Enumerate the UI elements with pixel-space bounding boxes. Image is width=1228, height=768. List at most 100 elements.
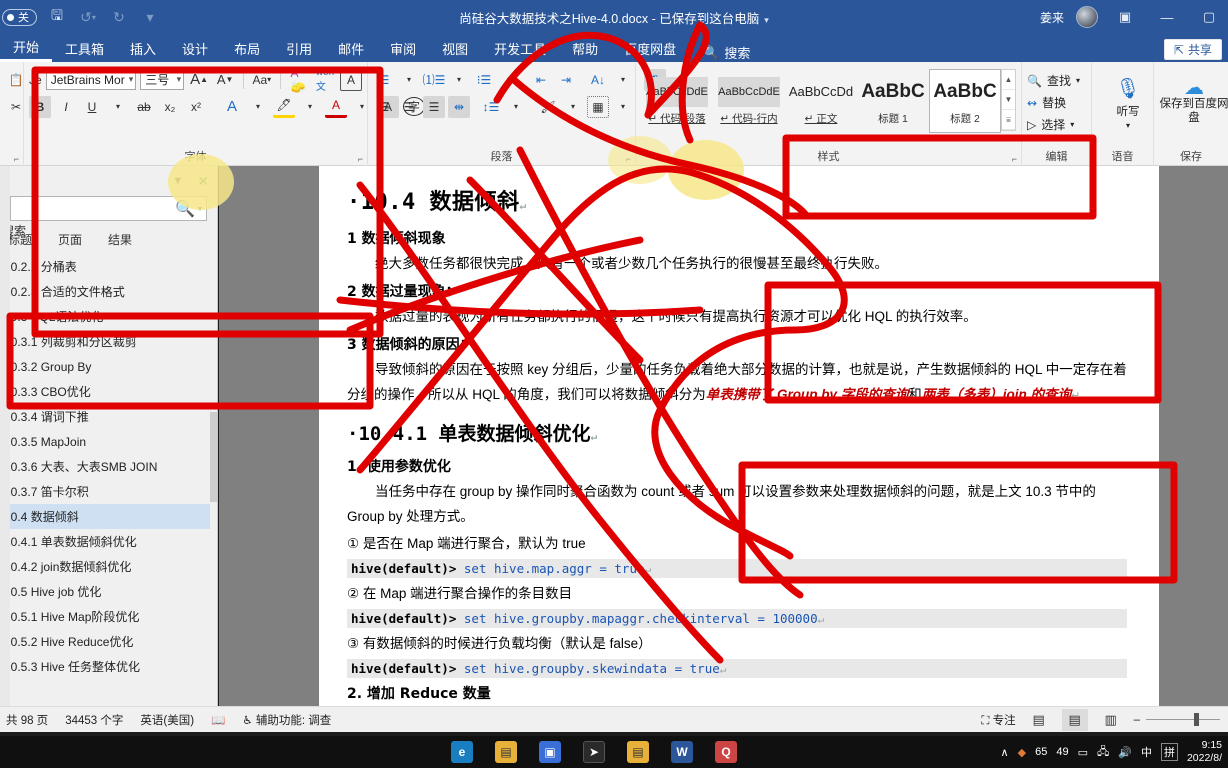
- distribute-icon[interactable]: ⇹: [448, 95, 470, 118]
- accessibility-status[interactable]: ♿ 辅助功能: 调查: [242, 712, 331, 728]
- toc-item[interactable]: 10.3.4 谓词下推: [0, 404, 217, 429]
- document-body[interactable]: ·10.4 数据倾斜↵ 1 数据倾斜现象 绝大多数任务都很快完成，只有一个或者少…: [319, 166, 1159, 706]
- tab-布局[interactable]: 布局: [221, 36, 273, 62]
- replace-button[interactable]: ↭ 替换: [1027, 92, 1086, 113]
- style-item-heading-1[interactable]: AaBbC 标题 1: [857, 69, 929, 133]
- find-button[interactable]: 🔍 查找 ▾: [1027, 70, 1086, 91]
- search-icon[interactable]: 🔍: [175, 199, 195, 219]
- tab-视图[interactable]: 视图: [429, 36, 481, 62]
- dictate-button[interactable]: 🎙 听写 ▾: [1097, 66, 1159, 140]
- chevron-down-icon[interactable]: ▾: [139, 6, 161, 28]
- close-icon[interactable]: ✕: [197, 173, 209, 190]
- focus-button[interactable]: ⛶ 专注: [981, 712, 1015, 728]
- toc-item[interactable]: 10.2.2 分桶表: [0, 254, 217, 279]
- share-button[interactable]: ⇱ 共享: [1163, 39, 1222, 60]
- toc-item[interactable]: 10.4 数据倾斜: [0, 504, 217, 529]
- search-input[interactable]: [15, 201, 173, 216]
- shading-chevron-icon[interactable]: ▾: [562, 96, 584, 118]
- tab-工具箱[interactable]: 工具箱: [52, 36, 117, 62]
- code-line-2[interactable]: hive(default)> set hive.groupby.mapaggr.…: [347, 609, 1127, 628]
- autosave-toggle[interactable]: 关: [2, 8, 37, 26]
- code-line-3[interactable]: hive(default)> set hive.groupby.skewinda…: [347, 659, 1127, 678]
- toc-item[interactable]: 10.3.5 MapJoin: [0, 429, 217, 454]
- underline-chevron-icon[interactable]: ▾: [107, 96, 129, 118]
- network-icon[interactable]: 🖧: [1097, 743, 1109, 762]
- zoom-out-button[interactable]: –: [1134, 714, 1140, 726]
- taskbar-app-qq[interactable]: Q: [704, 736, 748, 768]
- save-to-baidu-button[interactable]: ☁ 保存到百度网盘: [1159, 66, 1228, 140]
- zoom-slider-thumb[interactable]: [1194, 713, 1199, 726]
- toc-item[interactable]: 10.5.1 Hive Map阶段优化: [0, 604, 217, 629]
- tab-设计[interactable]: 设计: [169, 36, 221, 62]
- nav-search-box[interactable]: 🔍 ▾: [10, 196, 207, 221]
- tab-开始[interactable]: 开始: [0, 36, 53, 62]
- font-name-combo[interactable]: JetBrains Mor ▾: [45, 69, 137, 90]
- styles-scroll[interactable]: ▲ ▼ ⩸: [1001, 69, 1016, 131]
- borders-icon[interactable]: ▦: [587, 95, 609, 118]
- paragraph-dialog-launcher[interactable]: ⌐: [626, 154, 631, 164]
- shrink-font-icon[interactable]: A ▼: [214, 69, 236, 91]
- page-count[interactable]: 共 98 页: [6, 712, 48, 728]
- taskbar-app-snipping[interactable]: ▣: [528, 736, 572, 768]
- style-item-code-inline[interactable]: AaBbCcDdE ↵ 代码-行内: [713, 69, 785, 133]
- decrease-indent-icon[interactable]: ⇤: [530, 69, 552, 91]
- word-count[interactable]: 34453 个字: [65, 712, 123, 728]
- undo-icon[interactable]: ↺ ▾: [77, 6, 99, 28]
- tab-审阅[interactable]: 审阅: [377, 36, 429, 62]
- align-left-icon[interactable]: ☰: [373, 96, 395, 118]
- nav-tab-页面[interactable]: 页面: [58, 231, 82, 248]
- show-hidden-icons-chevron[interactable]: ∧: [1001, 746, 1009, 759]
- bullet-list-icon[interactable]: ☰: [373, 69, 395, 91]
- superscript-button[interactable]: x²: [185, 96, 207, 118]
- change-case-icon[interactable]: Aa ▾: [251, 69, 273, 91]
- taskbar-app-edge[interactable]: e: [440, 736, 484, 768]
- bullet-chevron-icon[interactable]: ▾: [398, 69, 420, 91]
- nav-scrollbar[interactable]: [210, 262, 217, 686]
- toc-item[interactable]: 10.3.1 列裁剪和分区裁剪: [0, 329, 217, 354]
- multilevel-list-icon[interactable]: ⁝☰: [473, 69, 495, 91]
- read-view-icon[interactable]: ▤: [1026, 709, 1052, 731]
- numbered-list-icon[interactable]: ⑴☰: [423, 69, 446, 91]
- document-area[interactable]: ·10.4 数据倾斜↵ 1 数据倾斜现象 绝大多数任务都很快完成，只有一个或者少…: [219, 166, 1228, 706]
- style-item-code-paragraph[interactable]: AaBbCcDdE ↵ 代码-段落: [641, 69, 713, 133]
- tab-百度网盘[interactable]: 百度网盘: [611, 36, 689, 62]
- multilevel-chevron-icon[interactable]: ▾: [498, 69, 520, 91]
- font-dialog-launcher[interactable]: ⌐: [358, 154, 363, 164]
- taskbar-app-word[interactable]: W: [660, 736, 704, 768]
- justify-icon[interactable]: ☰: [423, 95, 445, 118]
- minimize-button[interactable]: —: [1152, 2, 1182, 32]
- clock[interactable]: 9:15 2022/8/: [1187, 739, 1222, 765]
- toc-item[interactable]: 10.4.1 单表数据倾斜优化: [0, 529, 217, 554]
- sort-chevron-icon[interactable]: ▾: [612, 69, 634, 91]
- grow-font-icon[interactable]: A ▲: [188, 69, 210, 91]
- taskbar-app-folder[interactable]: ▤: [616, 736, 660, 768]
- text-effects-chevron-icon[interactable]: ▾: [247, 96, 269, 118]
- chevron-down-icon[interactable]: ▼: [172, 175, 183, 187]
- toc-item[interactable]: 10.3.7 笛卡尔积: [0, 479, 217, 504]
- font-size-combo[interactable]: 三号 ▾: [140, 69, 185, 90]
- ime-mode[interactable]: 拼: [1160, 743, 1178, 761]
- language[interactable]: 英语(美国): [140, 712, 194, 728]
- user-name[interactable]: 姜来: [1040, 9, 1064, 26]
- document-page[interactable]: ·10.4 数据倾斜↵ 1 数据倾斜现象 绝大多数任务都很快完成，只有一个或者少…: [319, 166, 1159, 706]
- styles-scroll-down-icon[interactable]: ▼: [1002, 90, 1015, 110]
- display-icon[interactable]: ▭: [1078, 746, 1088, 759]
- maximize-button[interactable]: ▢: [1194, 2, 1224, 32]
- styles-more-icon[interactable]: ⩸: [1002, 110, 1015, 130]
- style-item-heading-2[interactable]: AaBbC 标题 2: [929, 69, 1001, 133]
- font-color-icon[interactable]: A: [325, 96, 347, 118]
- ribbon-search[interactable]: 🔍 搜索: [689, 43, 750, 62]
- align-center-icon[interactable]: ☰: [398, 96, 420, 118]
- line-spacing-chevron-icon[interactable]: ▾: [505, 96, 527, 118]
- select-button[interactable]: ▷ 选择 ▾: [1027, 114, 1086, 135]
- bold-button[interactable]: B: [29, 95, 51, 118]
- highlight-color-icon[interactable]: 🖊: [273, 96, 295, 118]
- text-effects-icon[interactable]: A: [221, 96, 243, 118]
- taskbar-app-media[interactable]: ➤: [572, 736, 616, 768]
- ribbon-display-options-icon[interactable]: ▣: [1110, 2, 1140, 32]
- strikethrough-button[interactable]: ab: [133, 96, 155, 118]
- sort-icon[interactable]: A↓: [587, 69, 609, 91]
- clipboard-dialog-launcher[interactable]: ⌐: [14, 154, 19, 164]
- print-view-icon[interactable]: ▤: [1061, 708, 1088, 731]
- zoom-control[interactable]: –: [1134, 713, 1220, 726]
